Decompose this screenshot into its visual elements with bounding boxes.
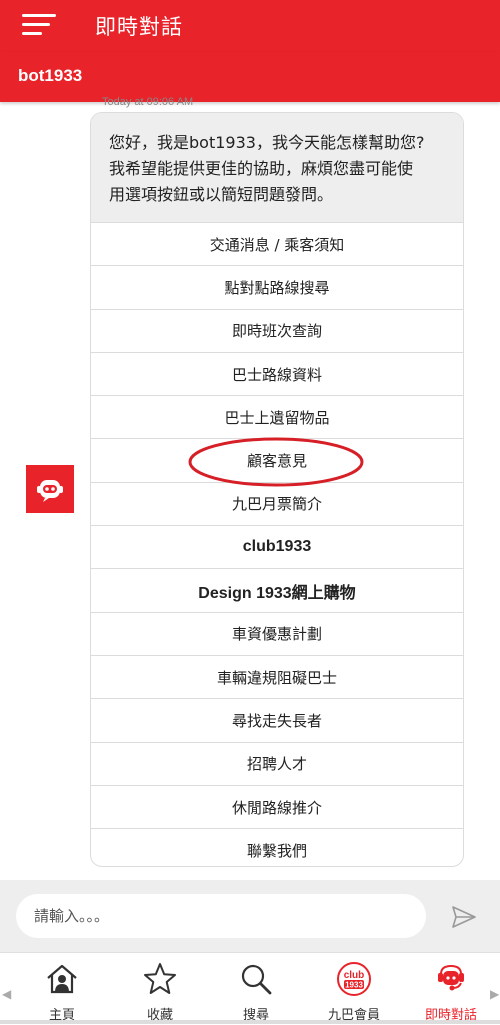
chat-robot-icon [438,964,464,991]
option-recruitment[interactable]: 招聘人才 [91,743,463,786]
greeting-line: 用選項按鈕或以簡短問題發問。 [109,185,334,204]
club-badge-text: club [344,970,365,981]
tab-favourites[interactable]: 收藏 [112,957,208,1023]
tab-membership[interactable]: club 1933 九巴會員 [306,957,402,1023]
tab-live-chat[interactable]: 即時對話 [403,957,499,1023]
navigation-bar-divider [0,1020,500,1024]
star-icon [144,963,176,994]
bot-name: bot1933 [18,66,83,85]
tab-home[interactable]: 主頁 [14,957,110,1023]
bot-message-card: 您好，我是bot1933，我今天能怎樣幫助您? 我希望能提供更佳的協助，麻煩您盡… [90,112,464,867]
greeting-line: 您好，我是bot1933，我今天能怎樣幫助您? [109,133,425,152]
greeting-message: 您好，我是bot1933，我今天能怎樣幫助您? 我希望能提供更佳的協助，麻煩您盡… [91,113,463,223]
option-route-search[interactable]: 點對點路線搜尋 [91,266,463,310]
option-fare-concession[interactable]: 車資優惠計劃 [91,613,463,656]
scroll-left-icon[interactable]: ◀ [2,987,11,1001]
tab-search[interactable]: 搜尋 [208,957,304,1023]
option-traffic-news[interactable]: 交通消息 / 乘客須知 [91,223,463,267]
option-design1933-shop[interactable]: Design 1933網上購物 [91,569,463,613]
page-title: 即時對話 [95,15,183,39]
message-input-bar [0,880,500,952]
home-icon [47,964,77,994]
hamburger-menu-icon[interactable] [22,14,58,38]
robot-icon [26,465,74,513]
club-badge-number: 1933 [345,981,363,990]
app-header: 即時對話 [0,0,500,52]
option-lost-property[interactable]: 巴士上遺留物品 [91,396,463,440]
option-club1933[interactable]: club1933 [91,526,463,570]
option-leisure-routes[interactable]: 休閒路線推介 [91,786,463,830]
search-icon [241,964,272,995]
option-customer-feedback[interactable]: 顧客意見 [91,439,463,483]
option-contact-us[interactable]: 聯繫我們 [91,829,463,866]
bot-name-bar: bot1933 [0,52,500,102]
option-vehicle-obstruction[interactable]: 車輛違規阻礙巴士 [91,656,463,700]
bottom-tab-bar: ◀ ▶ 主頁 收藏 搜尋 club 1933 九巴會員 即時對話 [0,952,500,1025]
option-realtime-eta[interactable]: 即時班次查詢 [91,310,463,353]
greeting-line: 我希望能提供更佳的協助，麻煩您盡可能使 [109,159,414,178]
club1933-icon: club 1933 [337,962,371,996]
message-input[interactable] [16,894,426,938]
option-monthly-pass[interactable]: 九巴月票簡介 [91,483,463,527]
option-route-info[interactable]: 巴士路線資料 [91,353,463,397]
option-missing-elderly[interactable]: 尋找走失長者 [91,699,463,743]
send-icon[interactable] [452,906,476,928]
message-timestamp: Today at 09:06 AM [102,96,194,108]
